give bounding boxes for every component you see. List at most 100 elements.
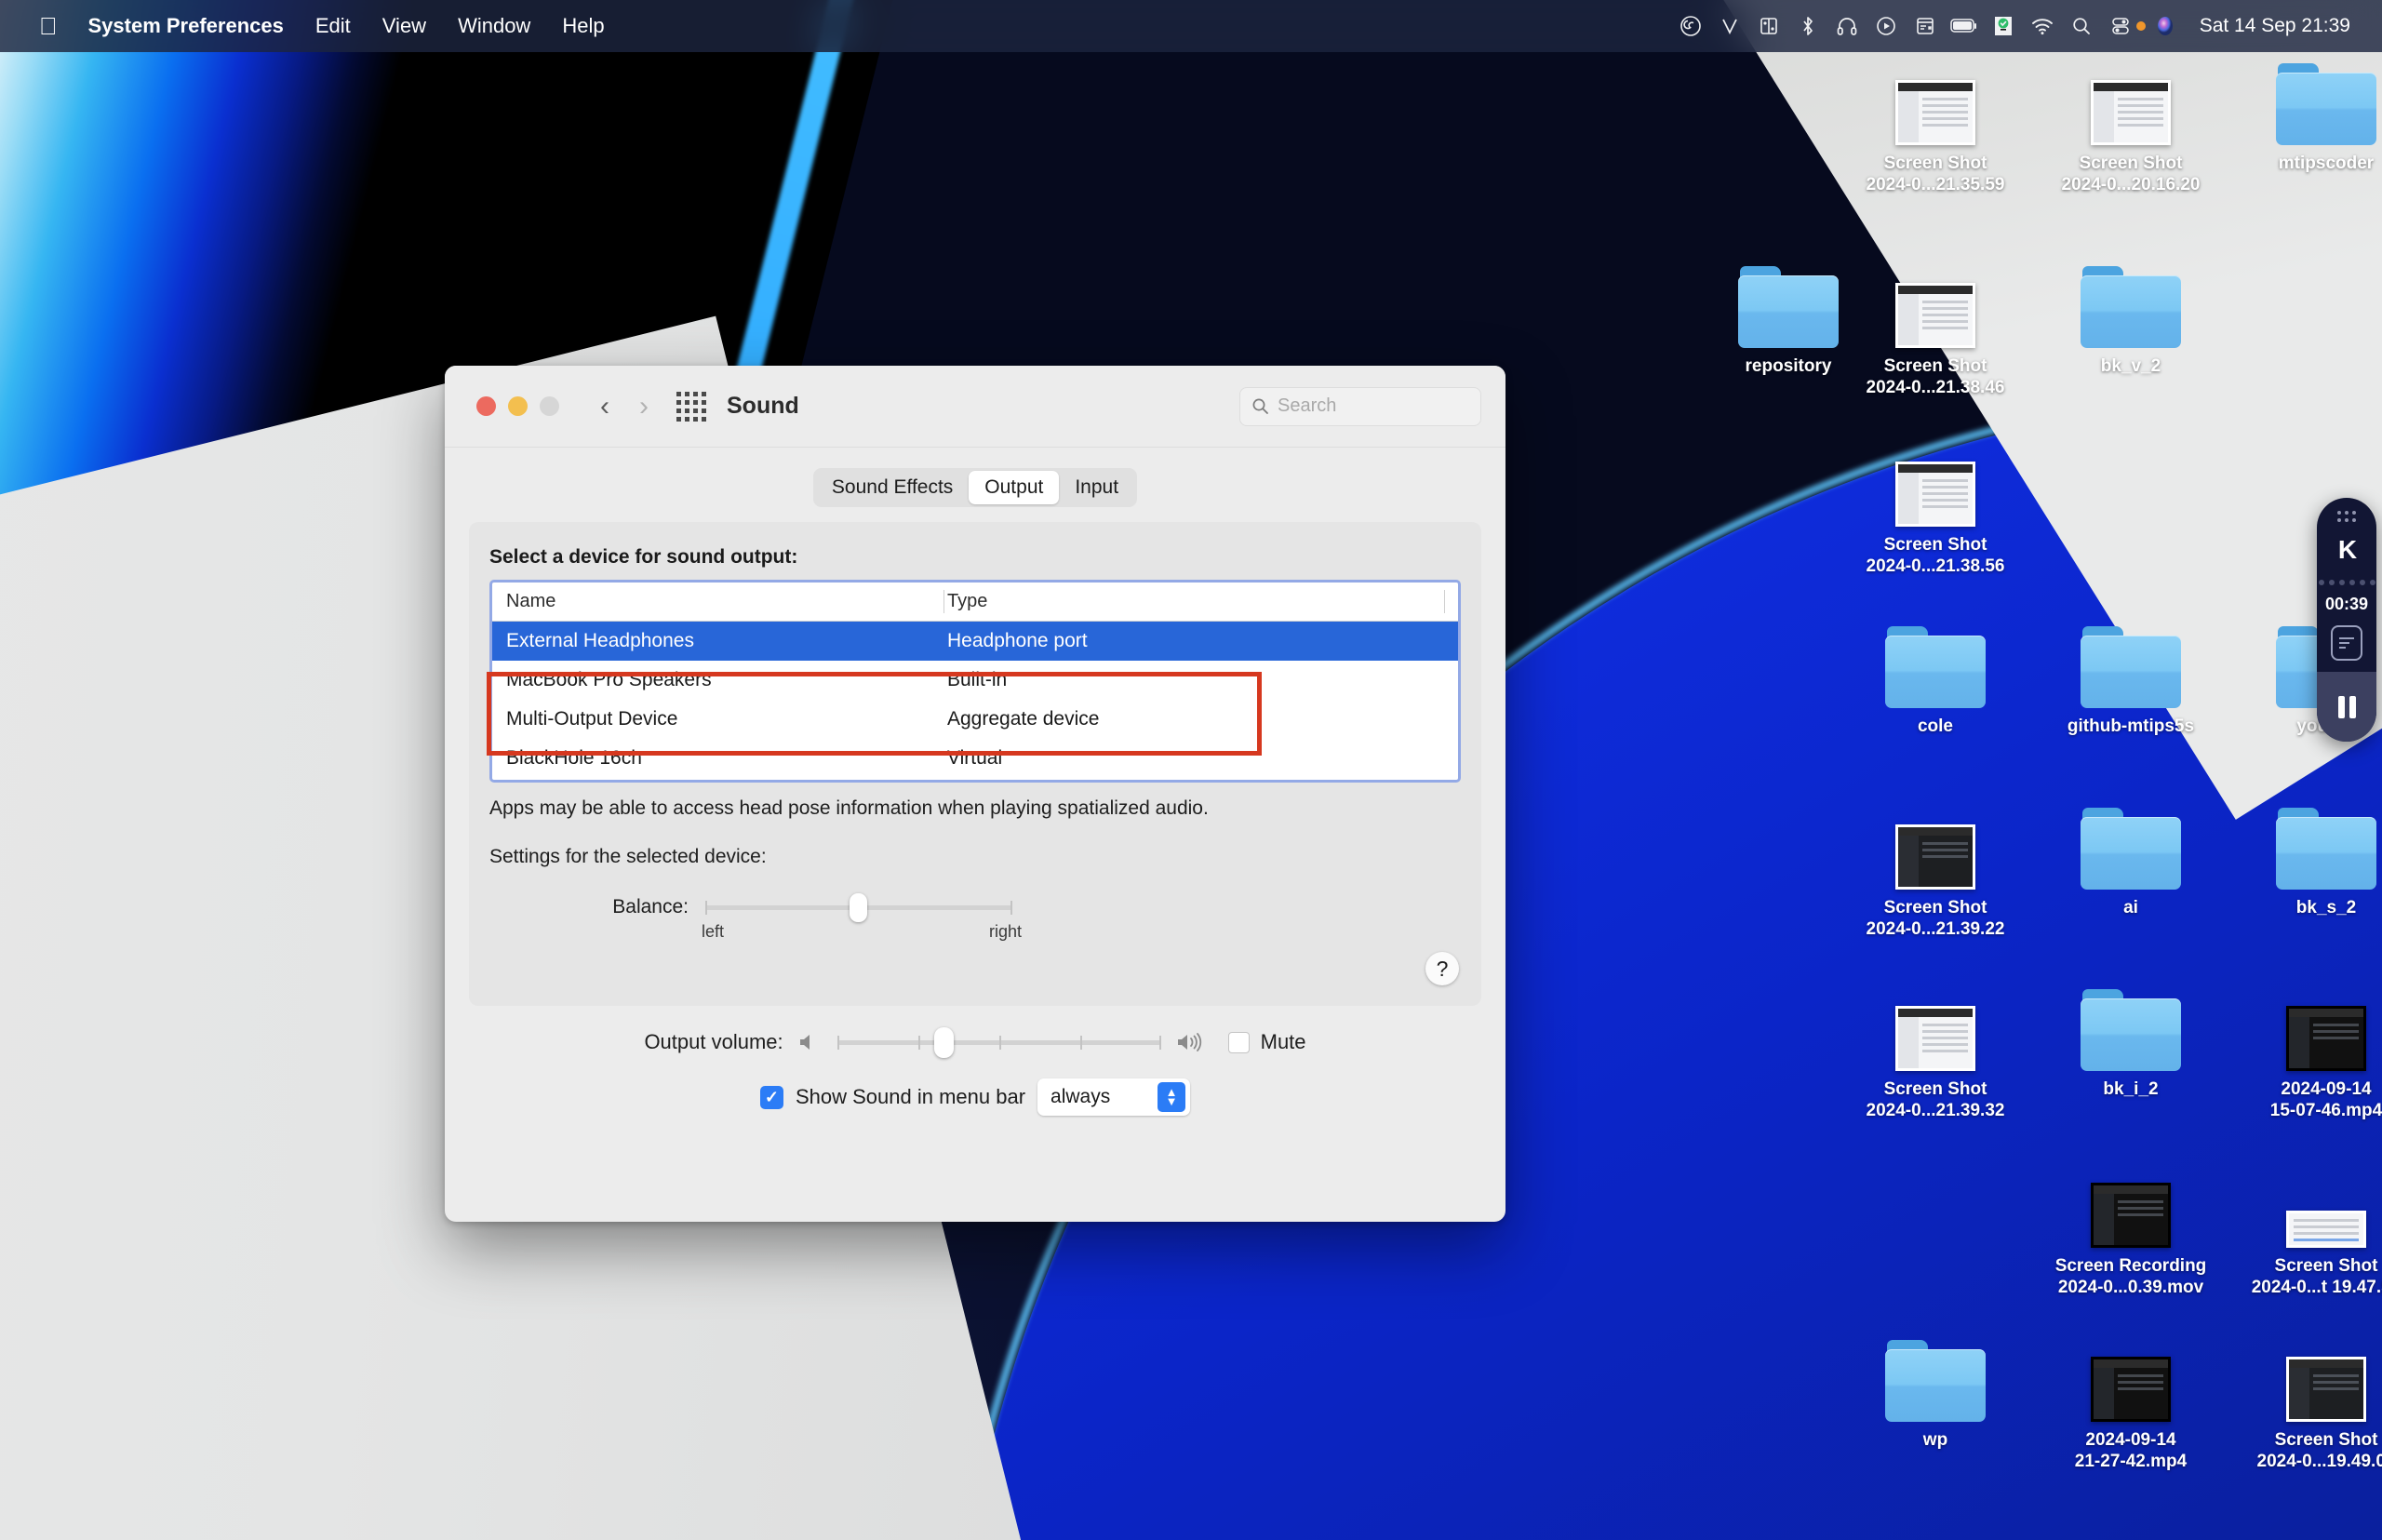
desktop-icon[interactable]: Screen Shot2024-0...t 19.47.57 [2233, 1158, 2382, 1298]
desktop-icon[interactable]: github-mtips5s [2038, 619, 2224, 737]
menu-bar-clock[interactable]: Sat 14 Sep 21:39 [2185, 15, 2360, 37]
folder-icon [2077, 619, 2185, 708]
device-type-cell: Headphone port [947, 630, 1088, 651]
column-header-name[interactable]: Name [492, 591, 943, 612]
desktop-icon-label: bk_i_2 [2103, 1079, 2159, 1099]
display-arrangement-icon[interactable] [1749, 8, 1788, 44]
siri-icon[interactable] [2146, 8, 2185, 44]
file-thumbnail [2272, 982, 2380, 1071]
screenshot-thumbnail [2286, 1357, 2366, 1422]
desktop-icon[interactable]: Screen Shot 2024-0...21.38.56 [1842, 437, 2028, 577]
desktop-icon[interactable]: bk_v_2 [2038, 259, 2224, 377]
tab-sound-effects[interactable]: Sound Effects [816, 471, 969, 504]
desktop-icon-label: wp [1922, 1430, 1948, 1450]
output-settings-panel: Select a device for sound output: Name T… [469, 522, 1481, 1006]
chevron-left-icon[interactable]: ‹ [585, 391, 624, 422]
krisp-icon[interactable] [1984, 8, 2023, 44]
apple-logo-icon[interactable]:  [24, 14, 73, 38]
krisp-level-dots-icon [2318, 580, 2375, 585]
device-name-cell: External Headphones [506, 630, 694, 651]
desktop-icon[interactable]: Screen Shot 2024-0...21.38.46 [1842, 259, 2028, 398]
desktop-icon[interactable]: wp [1842, 1332, 2028, 1451]
desktop-icon-label: bk_v_2 [2100, 356, 2161, 376]
video-thumbnail [2286, 1006, 2366, 1071]
file-thumbnail [2272, 1332, 2380, 1422]
desktop-icon[interactable]: Screen Recording 2024-0...0.39.mov [2038, 1158, 2224, 1298]
table-row[interactable]: BlackHole 16ch Virtual [492, 739, 1458, 778]
table-row[interactable]: MacBook Pro Speakers Built-in [492, 661, 1458, 700]
desktop-icon[interactable]: Screen Shot 2024-0...21.39.22 [1842, 800, 2028, 940]
folder-icon [2081, 626, 2181, 708]
desktop-icon[interactable]: Screen Shot 2024-0...19.49.04 [2233, 1332, 2382, 1472]
output-volume-slider[interactable] [836, 1027, 1161, 1058]
table-row[interactable]: Multi-Output Device Aggregate device [492, 700, 1458, 739]
volume-slider-knob[interactable] [933, 1027, 954, 1058]
desktop-icon-label: Screen Shot 2024-0...21.38.46 [1866, 356, 2005, 398]
screenshot-thumbnail [1895, 1006, 1975, 1071]
video-thumbnail [2091, 1357, 2171, 1422]
output-device-table[interactable]: Name Type External Headphones Headphone p… [489, 580, 1461, 783]
obs-icon[interactable] [1671, 8, 1710, 44]
minimize-button[interactable] [508, 396, 528, 416]
close-button[interactable] [476, 396, 496, 416]
table-row[interactable]: External Headphones Headphone port [492, 622, 1458, 661]
desktop-icon[interactable]: 2024-09-14 15-07-46.mp4 [2233, 982, 2382, 1121]
file-thumbnail [2077, 56, 2185, 145]
control-center-icon[interactable] [2101, 8, 2140, 44]
balance-slider-knob[interactable] [850, 893, 867, 922]
menubar-visibility-dropdown[interactable]: always ▲ ▼ [1037, 1078, 1191, 1116]
play-circle-icon[interactable] [1867, 8, 1906, 44]
menu-item-view[interactable]: View [367, 14, 442, 38]
search-icon[interactable] [2062, 8, 2101, 44]
help-button[interactable]: ? [1425, 952, 1459, 985]
speaker-low-icon[interactable] [798, 1031, 823, 1053]
search-placeholder: Search [1278, 395, 1337, 416]
menu-item-edit[interactable]: Edit [300, 14, 367, 38]
search-field[interactable]: Search [1239, 386, 1481, 426]
menu-item-app-name[interactable]: System Preferences [73, 14, 300, 38]
notes-app-icon[interactable] [1906, 8, 1945, 44]
krisp-logo: K [2337, 535, 2357, 564]
speaker-high-icon[interactable] [1176, 1031, 1208, 1053]
desktop-icon-label: Screen Shot 2024-0...21.39.32 [1866, 1079, 2005, 1121]
battery-icon[interactable] [1945, 8, 1984, 44]
wifi-icon[interactable] [2023, 8, 2062, 44]
folder-icon [2272, 56, 2380, 145]
desktop-icon[interactable]: Screen Shot 2024-0...21.39.32 [1842, 982, 2028, 1121]
krisp-floating-widget[interactable]: K 00:39 [2317, 498, 2376, 742]
desktop-icon[interactable]: Screen Shot 2024-0...21.35.59 [1842, 56, 2028, 195]
notes-icon[interactable] [2331, 625, 2362, 661]
show-in-menubar-checkbox[interactable]: ✓ [759, 1085, 783, 1109]
menu-item-window[interactable]: Window [442, 14, 546, 38]
headphones-icon[interactable] [1827, 8, 1867, 44]
volume-tick-2 [998, 1036, 1001, 1050]
v-app-icon[interactable] [1710, 8, 1749, 44]
desktop-icon[interactable]: bk_s_2 [2233, 800, 2382, 918]
tab-output[interactable]: Output [969, 471, 1060, 504]
screenshot-thumbnail [2286, 1211, 2366, 1248]
column-divider[interactable] [943, 590, 944, 613]
desktop-icon[interactable]: bk_i_2 [2038, 982, 2224, 1100]
desktop-icon-label: Screen Shot 2024-0...21.35.59 [1866, 154, 2005, 195]
desktop-icon[interactable]: ai [2038, 800, 2224, 918]
table-row[interactable]: krisp speakerVirtual [492, 778, 1458, 780]
desktop-icon[interactable]: 2024-09-14 21-27-42.mp4 [2038, 1332, 2224, 1472]
column-divider-right[interactable] [1444, 590, 1445, 613]
chevron-right-icon[interactable]: › [624, 391, 663, 422]
show-all-grid-icon[interactable] [676, 391, 706, 422]
mute-checkbox[interactable] [1227, 1031, 1250, 1053]
balance-slider[interactable] [705, 893, 1012, 922]
menu-item-help[interactable]: Help [546, 14, 620, 38]
stepper-up-down-icon[interactable]: ▲ ▼ [1158, 1082, 1186, 1112]
drag-grip-icon[interactable] [2337, 511, 2356, 522]
column-header-type[interactable]: Type [943, 591, 1458, 612]
folder-icon [1881, 1332, 1989, 1422]
desktop-icon[interactable]: Screen Shot 2024-0...20.16.20 [2038, 56, 2224, 195]
screenshot-thumbnail [1895, 824, 1975, 890]
desktop-icon[interactable]: mtipscoder [2233, 56, 2382, 174]
file-thumbnail [2272, 1158, 2380, 1248]
tab-input[interactable]: Input [1059, 471, 1134, 504]
bluetooth-icon[interactable] [1788, 8, 1827, 44]
pause-button[interactable] [2317, 672, 2376, 742]
desktop-icon[interactable]: cole [1842, 619, 2028, 737]
